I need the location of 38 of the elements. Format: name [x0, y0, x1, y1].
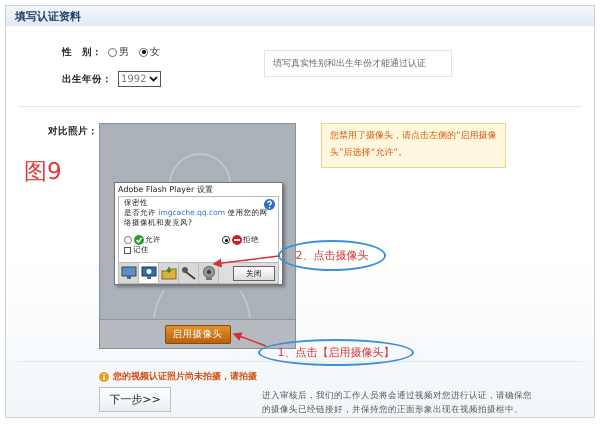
check-icon [134, 235, 144, 245]
settings-tab[interactable] [179, 263, 199, 283]
monitor-icon [120, 266, 136, 280]
warning-tooltip: 您禁用了摄像头，请点击左侧的“启用摄像头”后选择“允许”。 [321, 123, 506, 168]
review-note: 进入审核后，我们的工作人员将会通过视频对您进行认证，请确保您的摄像头已经链接好，并保持您的正面形象出现在视频拍摄框中。 [262, 390, 533, 417]
field-label: 出生年份： [62, 72, 112, 86]
radio-button[interactable] [139, 48, 148, 56]
field-label: 对比照片： [46, 125, 98, 138]
info-icon [99, 372, 109, 382]
no-entry-icon [232, 235, 242, 245]
year-dropdown[interactable]: 1992 [118, 71, 162, 87]
settings-tab[interactable] [199, 263, 219, 283]
next-button[interactable]: 下一步>> [99, 387, 171, 412]
monitor-icon [140, 266, 156, 280]
folder-icon [160, 266, 176, 280]
head-outline-drawing [168, 152, 232, 182]
annotation-ellipse: 2、点击摄像头 [278, 240, 386, 271]
annotation-arrow [212, 255, 280, 268]
option-label: 男 [119, 46, 129, 59]
dialog-title: Adobe Flash Player 设置 [117, 184, 214, 196]
hint-tooltip: 填写真实性别和出生年份才能通过认证 [264, 50, 452, 76]
webcam-icon [200, 266, 216, 280]
field-label: 性 别： [62, 46, 102, 58]
radio-button[interactable] [108, 48, 117, 56]
radio-button[interactable] [124, 236, 132, 244]
chevron-down-icon [149, 76, 158, 82]
warning-message: 您的视频认证照片尚未拍摄，请拍摄 [113, 370, 257, 383]
panel-title: 填写认证资料 [15, 8, 81, 24]
checkbox[interactable] [124, 246, 131, 254]
settings-tab[interactable] [119, 263, 139, 283]
annotation-arrow [232, 332, 266, 347]
settings-tab[interactable] [139, 263, 159, 283]
microphone-icon [180, 266, 196, 280]
annotation-ellipse: 1、点击【启用摄像头】 [258, 339, 414, 366]
help-icon[interactable] [264, 199, 275, 210]
radio-button[interactable] [222, 236, 230, 244]
option-label: 女 [150, 46, 160, 59]
figure-label: 图9 [24, 158, 62, 186]
